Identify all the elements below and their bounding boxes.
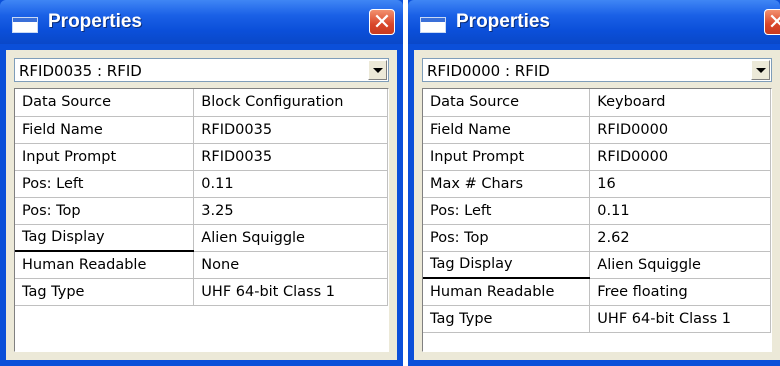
property-row[interactable]: Input Prompt RFID0035 bbox=[15, 143, 388, 171]
property-name: Tag Type bbox=[15, 278, 195, 306]
property-name: Pos: Top bbox=[15, 197, 195, 225]
property-value[interactable]: 2.62 bbox=[589, 224, 771, 252]
property-row-selected[interactable]: Tag Display Alien Squiggle bbox=[15, 224, 388, 252]
property-value[interactable]: 0.11 bbox=[589, 197, 771, 225]
property-row[interactable]: Data Source Keyboard bbox=[423, 89, 771, 117]
property-name: Pos: Left bbox=[423, 197, 591, 225]
dropdown-arrow-icon[interactable] bbox=[368, 60, 387, 80]
window-title: Properties bbox=[48, 11, 142, 32]
property-row[interactable]: Tag Type UHF 64-bit Class 1 bbox=[15, 278, 388, 306]
title-bar[interactable]: Properties ✕ bbox=[408, 0, 780, 44]
object-selector-dropdown[interactable]: RFID0000 : RFID bbox=[422, 58, 772, 82]
window-icon bbox=[12, 17, 38, 33]
property-name: Pos: Top bbox=[423, 224, 591, 252]
close-button[interactable]: ✕ bbox=[369, 9, 395, 35]
close-icon: ✕ bbox=[767, 9, 780, 34]
property-row[interactable]: Human Readable Free floating bbox=[423, 278, 771, 306]
close-icon: ✕ bbox=[372, 9, 392, 34]
window-client-area: RFID0000 : RFID Data Source Keyboard Fie… bbox=[414, 50, 780, 360]
dropdown-arrow-icon[interactable] bbox=[751, 60, 770, 80]
object-selector-dropdown[interactable]: RFID0035 : RFID bbox=[14, 58, 389, 82]
properties-window-left: Properties ✕ RFID0035 : RFID Data Source… bbox=[0, 0, 403, 366]
property-row[interactable]: Pos: Left 0.11 bbox=[423, 197, 771, 225]
property-row[interactable]: Input Prompt RFID0000 bbox=[423, 143, 771, 171]
property-row[interactable]: Pos: Top 3.25 bbox=[15, 197, 388, 225]
property-name: Tag Display bbox=[423, 251, 591, 279]
property-value[interactable]: Keyboard bbox=[589, 89, 771, 117]
close-button[interactable]: ✕ bbox=[764, 9, 780, 35]
properties-window-right: Properties ✕ RFID0000 : RFID Data Source… bbox=[408, 0, 780, 366]
property-value[interactable]: Free floating bbox=[589, 278, 771, 306]
property-value[interactable]: 0.11 bbox=[193, 170, 388, 198]
property-value[interactable]: 16 bbox=[589, 170, 771, 198]
property-value[interactable]: RFID0000 bbox=[589, 143, 771, 171]
property-value[interactable]: RFID0000 bbox=[589, 116, 771, 144]
property-value[interactable]: RFID0035 bbox=[193, 143, 388, 171]
property-row[interactable]: Pos: Top 2.62 bbox=[423, 224, 771, 252]
property-value[interactable]: None bbox=[193, 251, 388, 279]
window-icon bbox=[420, 17, 446, 33]
property-value[interactable]: Alien Squiggle bbox=[193, 224, 388, 252]
property-row[interactable]: Data Source Block Configuration bbox=[15, 89, 388, 117]
property-grid: Data Source Keyboard Field Name RFID0000… bbox=[422, 88, 772, 352]
object-selector-value: RFID0000 : RFID bbox=[427, 62, 550, 80]
title-bar[interactable]: Properties ✕ bbox=[0, 0, 403, 44]
window-client-area: RFID0035 : RFID Data Source Block Config… bbox=[6, 50, 397, 360]
window-title: Properties bbox=[456, 11, 550, 32]
property-row[interactable]: Field Name RFID0035 bbox=[15, 116, 388, 144]
property-value[interactable]: Block Configuration bbox=[193, 89, 388, 117]
property-value[interactable]: UHF 64-bit Class 1 bbox=[589, 305, 771, 333]
property-name: Input Prompt bbox=[15, 143, 195, 171]
property-name: Tag Type bbox=[423, 305, 591, 333]
property-value[interactable]: UHF 64-bit Class 1 bbox=[193, 278, 388, 306]
property-name: Input Prompt bbox=[423, 143, 591, 171]
property-value[interactable]: 3.25 bbox=[193, 197, 388, 225]
property-name: Field Name bbox=[423, 116, 591, 144]
property-grid: Data Source Block Configuration Field Na… bbox=[14, 88, 389, 352]
property-row[interactable]: Human Readable None bbox=[15, 251, 388, 279]
property-row[interactable]: Field Name RFID0000 bbox=[423, 116, 771, 144]
property-name: Pos: Left bbox=[15, 170, 195, 198]
property-name: Field Name bbox=[15, 116, 195, 144]
property-name: Human Readable bbox=[423, 278, 591, 306]
property-name: Tag Display bbox=[15, 224, 195, 252]
object-selector-value: RFID0035 : RFID bbox=[19, 62, 142, 80]
property-value[interactable]: Alien Squiggle bbox=[589, 251, 771, 279]
property-row[interactable]: Max # Chars 16 bbox=[423, 170, 771, 198]
property-name: Data Source bbox=[423, 89, 591, 117]
property-name: Human Readable bbox=[15, 251, 195, 279]
property-row-selected[interactable]: Tag Display Alien Squiggle bbox=[423, 251, 771, 279]
property-row[interactable]: Tag Type UHF 64-bit Class 1 bbox=[423, 305, 771, 333]
property-row[interactable]: Pos: Left 0.11 bbox=[15, 170, 388, 198]
property-name: Data Source bbox=[15, 89, 195, 117]
property-name: Max # Chars bbox=[423, 170, 591, 198]
property-value[interactable]: RFID0035 bbox=[193, 116, 388, 144]
